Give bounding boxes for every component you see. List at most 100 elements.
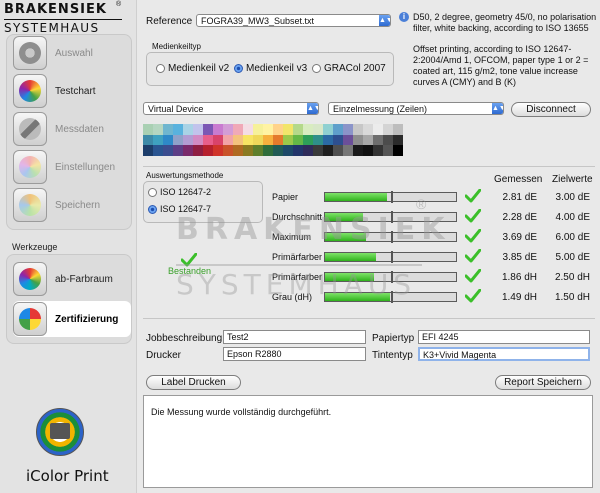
result-label: Papier	[272, 192, 299, 202]
color-swatch	[303, 124, 313, 135]
dropdown-arrow-icon: ▲▼	[492, 103, 503, 114]
divider	[143, 166, 595, 167]
color-swatch	[243, 124, 253, 135]
result-bar-fill	[325, 253, 376, 261]
result-measured: 1.49 dH	[501, 292, 537, 303]
nav-item-label: ab-Farbraum	[55, 273, 113, 285]
result-measured: 3.85 dE	[502, 252, 537, 263]
color-swatch	[273, 134, 283, 146]
color-swatch	[313, 124, 323, 135]
result-bar-marker	[391, 191, 393, 203]
nav-item-einstellungen[interactable]: Einstellungen	[13, 149, 131, 185]
result-target: 2.50 dH	[554, 272, 590, 283]
color-swatch	[293, 145, 303, 156]
color-swatch	[353, 134, 363, 146]
radio-iso-12647-2[interactable]	[148, 188, 157, 197]
job-field[interactable]: Test2	[223, 330, 366, 344]
color-swatch	[153, 145, 163, 156]
info-icon: i	[399, 12, 409, 22]
result-target: 3.00 dE	[555, 192, 590, 203]
color-swatch	[203, 124, 213, 135]
brand-subname: SYSTEMHAUS	[4, 21, 100, 35]
auswertung-title: Auswertungsmethode	[146, 171, 224, 180]
nav-item-ab-farbraum[interactable]: ab-Farbraum	[13, 261, 131, 297]
nav-item-speichern[interactable]: Speichern	[13, 187, 131, 223]
save-icon	[13, 188, 47, 222]
result-label: Primärfarben	[272, 252, 322, 262]
check-icon	[465, 269, 481, 283]
color-swatch	[263, 145, 273, 156]
result-bar-marker	[391, 251, 393, 263]
color-swatch	[263, 124, 273, 135]
nav-item-zertifizierung[interactable]: Zertifizierung	[13, 301, 131, 337]
result-bar	[324, 191, 457, 203]
check-icon	[465, 189, 481, 203]
reference-select[interactable]: FOGRA39_MW3_Subset.txt ▲▼	[196, 14, 391, 27]
color-swatch	[183, 124, 193, 135]
color-swatch	[393, 124, 403, 135]
color-swatch	[183, 145, 193, 156]
color-swatch	[173, 145, 183, 156]
color-swatch	[383, 124, 393, 135]
check-icon	[465, 229, 481, 243]
reference-value: FOGRA39_MW3_Subset.txt	[201, 16, 315, 26]
color-swatch	[143, 124, 153, 135]
color-swatch	[163, 124, 173, 135]
color-swatch	[283, 124, 293, 135]
color-swatch	[233, 134, 243, 146]
report-save-button[interactable]: Report Speichern	[495, 375, 591, 390]
color-swatch	[273, 145, 283, 156]
paper-field[interactable]: EFI 4245	[418, 330, 590, 344]
result-target: 1.50 dH	[554, 292, 590, 303]
globe-icon	[13, 36, 47, 70]
color-swatch	[183, 134, 193, 146]
result-bar-fill	[325, 193, 387, 201]
measure-mode-select[interactable]: Einzelmessung (Zeilen) ▲▼	[328, 102, 504, 115]
radio-medienkeil-v3[interactable]	[234, 64, 243, 73]
color-swatch	[253, 145, 263, 156]
color-swatch	[363, 134, 373, 146]
settings-icon	[13, 150, 47, 184]
ink-field[interactable]: K3+Vivid Magenta	[418, 347, 590, 361]
nav-item-label: Messdaten	[55, 123, 104, 135]
nav-item-testchart[interactable]: Testchart	[13, 73, 131, 109]
color-swatch	[273, 124, 283, 135]
radio-iso-12647-7[interactable]	[148, 205, 157, 214]
color-swatch	[293, 134, 303, 146]
radio-label: Medienkeil v3	[246, 63, 308, 74]
color-swatch	[223, 134, 233, 146]
printer-label: Drucker	[146, 350, 182, 361]
disconnect-button[interactable]: Disconnect	[511, 102, 591, 117]
nav-item-label: Einstellungen	[55, 161, 116, 173]
color-swatch	[223, 124, 233, 135]
divider	[143, 318, 595, 319]
color-swatch	[143, 145, 153, 156]
color-swatch	[383, 145, 393, 156]
color-swatch	[363, 145, 373, 156]
color-swatch	[213, 145, 223, 156]
color-swatch	[233, 145, 243, 156]
info-text: D50, 2 degree, geometry 45/0, no polaris…	[413, 12, 598, 88]
label-print-button[interactable]: Label Drucken	[146, 375, 241, 390]
color-swatch	[213, 134, 223, 146]
tools-nav: ab-Farbraum Zertifizierung	[6, 254, 132, 344]
brand-registered-mark: ®	[116, 1, 122, 8]
color-swatch	[173, 124, 183, 135]
device-select[interactable]: Virtual Device ▲▼	[143, 102, 319, 115]
printer-field[interactable]: Epson R2880	[223, 347, 366, 361]
info-paragraph-2: Offset printing, according to ISO 12647-…	[413, 44, 589, 87]
tools-heading: Werkzeuge	[12, 242, 58, 252]
color-swatch	[223, 145, 233, 156]
nav-item-messdaten[interactable]: Messdaten	[13, 111, 131, 147]
measurement-swatches	[143, 124, 403, 156]
radio-medienkeil-v2[interactable]	[156, 64, 165, 73]
color-swatch	[363, 124, 373, 135]
paper-label: Papiertyp	[372, 333, 415, 344]
result-measured: 3.69 dE	[502, 232, 537, 243]
nav-item-auswahl[interactable]: Auswahl	[13, 35, 131, 71]
color-swatch	[303, 134, 313, 146]
workflow-nav: Auswahl Testchart Messdaten Einstellunge…	[6, 34, 132, 230]
color-swatch	[193, 134, 203, 146]
radio-gracol-2007[interactable]	[312, 64, 321, 73]
color-swatch	[373, 134, 383, 146]
